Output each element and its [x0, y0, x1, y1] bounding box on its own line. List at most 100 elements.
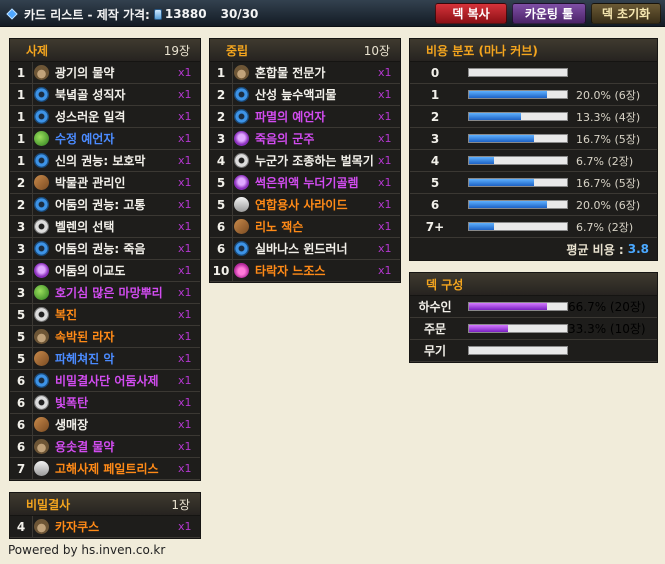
gear-icon [234, 153, 249, 168]
row-label: 3 [430, 131, 440, 146]
card-row[interactable]: 3 벨렌의 선택 x1 [10, 216, 200, 238]
card-name: 죽음의 군주 [255, 132, 315, 146]
card-row[interactable]: 3 죽음의 군주 x1 [210, 128, 400, 150]
card-row[interactable]: 2 산성 늪수액괴물 x1 [210, 84, 400, 106]
card-row[interactable]: 3 어둠의 이교도 x1 [10, 260, 200, 282]
boot-icon [234, 219, 249, 234]
card-name: 어둠의 이교도 [55, 264, 126, 278]
card-row[interactable]: 1 혼합물 전문가 x1 [210, 62, 400, 84]
mana-curve-row: 5 16.7% (5장) [410, 172, 657, 194]
card-quantity: x1 [378, 110, 392, 123]
card-name: 어둠의 권능: 고통 [55, 198, 146, 212]
card-name: 카자쿠스 [55, 520, 100, 534]
card-name: 리노 잭슨 [255, 220, 304, 234]
card-quantity: x1 [178, 418, 192, 431]
copy-deck-button[interactable]: 덱 복사 [435, 3, 507, 24]
composition-row: 무기 [410, 340, 657, 362]
card-quantity: x1 [178, 88, 192, 101]
card-name: 박물관 관리인 [55, 176, 126, 190]
secret-panel-title: 비밀결사 [26, 497, 71, 512]
card-quantity: x1 [178, 374, 192, 387]
card-name: 파헤쳐진 악 [55, 352, 115, 366]
card-row[interactable]: 2 파멸의 예언자 x1 [210, 106, 400, 128]
card-cost: 2 [16, 175, 26, 190]
card-quantity: x1 [378, 132, 392, 145]
card-row[interactable]: 5 속박된 라자 x1 [10, 326, 200, 348]
progress-fill [469, 325, 509, 332]
card-name: 복진 [55, 308, 78, 322]
skull-icon [234, 131, 249, 146]
swirl-icon [34, 373, 49, 388]
progress-bar [468, 178, 568, 187]
reset-deck-button[interactable]: 덱 초기화 [591, 3, 661, 24]
mana-curve-row: 4 6.7% (2장) [410, 150, 657, 172]
card-row[interactable]: 6 실바나스 윈드러너 x1 [210, 238, 400, 260]
deck-title: 카드 리스트 - 제작 가격: [24, 7, 150, 22]
card-row[interactable]: 4 카자쿠스 x1 [10, 516, 200, 538]
card-row[interactable]: 6 빛폭탄 x1 [10, 392, 200, 414]
card-row[interactable]: 5 파헤쳐진 악 x1 [10, 348, 200, 370]
card-row[interactable]: 2 어둠의 권능: 고통 x1 [10, 194, 200, 216]
card-quantity: x1 [178, 352, 192, 365]
class-panel-count: 19장 [163, 43, 190, 58]
progress-bar [468, 156, 568, 165]
leaf-icon [34, 285, 49, 300]
card-row[interactable]: 10 타락자 느조스 x1 [210, 260, 400, 282]
progress-fill [469, 179, 534, 186]
card-row[interactable]: 5 복진 x1 [10, 304, 200, 326]
card-row[interactable]: 6 리노 잭슨 x1 [210, 216, 400, 238]
secret-panel-count: 1장 [171, 497, 190, 512]
composition-panel-title: 덱 구성 [426, 277, 464, 292]
card-row[interactable]: 5 썩은위액 누더기골렘 x1 [210, 172, 400, 194]
boot-icon [34, 417, 49, 432]
card-name: 신의 권능: 보호막 [55, 154, 146, 168]
leaf-icon [34, 131, 49, 146]
card-name: 생매장 [55, 418, 89, 432]
progress-fill [469, 91, 548, 98]
card-row[interactable]: 3 호기심 많은 마망뿌리 x1 [10, 282, 200, 304]
row-percent: 33.3% (10장) [568, 322, 646, 336]
card-row[interactable]: 6 생매장 x1 [10, 414, 200, 436]
card-quantity: x1 [378, 198, 392, 211]
card-cost: 5 [16, 351, 26, 366]
card-name: 비밀결사단 어둠사제 [55, 374, 159, 388]
card-row[interactable]: 4 누군가 조종하는 벌목기 x1 [210, 150, 400, 172]
card-row[interactable]: 7 고해사제 페일트리스 x1 [10, 458, 200, 480]
average-cost-value: 3.8 [627, 242, 649, 256]
card-cost: 1 [16, 131, 26, 146]
card-row[interactable]: 5 연합용사 사라이드 x1 [210, 194, 400, 216]
average-cost-row: 평균 비용 : 3.8 [410, 238, 657, 260]
row-percent: 6.7% (2장) [576, 154, 634, 168]
secret-card-list: 4 카자쿠스 x1 [10, 516, 200, 538]
card-row[interactable]: 6 비밀결사단 어둠사제 x1 [10, 370, 200, 392]
counting-tool-button[interactable]: 카운팅 툴 [512, 3, 586, 24]
card-row[interactable]: 1 광기의 물약 x1 [10, 62, 200, 84]
card-row[interactable]: 3 어둠의 권능: 죽음 x1 [10, 238, 200, 260]
card-name: 광기의 물약 [55, 66, 115, 80]
gear-icon [34, 219, 49, 234]
mana-panel-header: 비용 분포 (마나 커브) [410, 39, 657, 62]
card-row[interactable]: 1 신의 권능: 보호막 x1 [10, 150, 200, 172]
neutral-card-list: 1 혼합물 전문가 x1 2 산성 늪수액괴물 x1 2 파멸의 예언자 x1 3 죽음의 군주 x1… [210, 62, 400, 282]
card-row[interactable]: 1 수정 예언자 x1 [10, 128, 200, 150]
gear-icon [34, 395, 49, 410]
card-row[interactable]: 6 용솟결 물약 x1 [10, 436, 200, 458]
mana-curve-row: 0 [410, 62, 657, 84]
boot-icon [34, 175, 49, 190]
swirl-icon [234, 241, 249, 256]
neutral-panel-title: 중립 [226, 43, 249, 58]
card-row[interactable]: 1 북녘골 성직자 x1 [10, 84, 200, 106]
progress-bar [468, 68, 568, 77]
card-quantity: x1 [178, 264, 192, 277]
card-quantity: x1 [178, 198, 192, 211]
card-quantity: x1 [378, 88, 392, 101]
card-name: 연합용사 사라이드 [255, 198, 348, 212]
card-quantity: x1 [178, 66, 192, 79]
card-cost: 3 [16, 241, 26, 256]
card-name: 타락자 느조스 [255, 264, 326, 278]
card-cost: 6 [16, 439, 26, 454]
card-cost: 7 [16, 461, 26, 476]
row-label: 5 [430, 175, 440, 190]
card-row[interactable]: 1 성스러운 일격 x1 [10, 106, 200, 128]
card-row[interactable]: 2 박물관 관리인 x1 [10, 172, 200, 194]
